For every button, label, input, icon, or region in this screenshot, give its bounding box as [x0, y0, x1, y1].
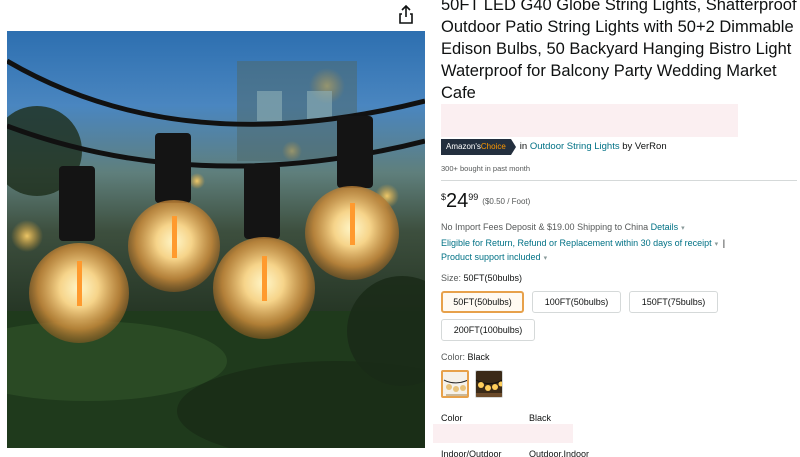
price-fraction: 99	[468, 192, 479, 202]
choice-category-text: in Outdoor String Lights by VerRon	[520, 141, 667, 152]
spec-key-color: Color	[441, 413, 463, 423]
badge-prefix: Amazon's	[446, 142, 481, 151]
choice-in: in	[519, 141, 530, 152]
redacted-bar	[433, 424, 573, 443]
shipping-text: No Import Fees Deposit & $19.00 Shipping…	[441, 222, 651, 232]
size-selected-value: 50FT(50bulbs)	[463, 273, 523, 283]
support-text[interactable]: Product support included	[441, 252, 541, 262]
price: $ 24 99 ($0.50 / Foot)	[441, 190, 530, 212]
returns-info[interactable]: Eligible for Return, Refund or Replaceme…	[441, 238, 725, 248]
string-lights-thumbnail-icon[interactable]	[441, 370, 469, 398]
chevron-down-icon[interactable]: ▾	[681, 225, 685, 232]
size-option-50ft[interactable]: 50FT(50bulbs)	[441, 291, 524, 313]
price-whole: 24	[446, 190, 469, 212]
choice-by: by VerRon	[619, 141, 667, 152]
size-option-100ft[interactable]: 100FT(50bulbs)	[532, 291, 621, 313]
warm-lights-thumbnail-icon[interactable]	[475, 370, 503, 398]
share-icon[interactable]	[396, 4, 416, 26]
spec-key-indoor-outdoor: Indoor/Outdoor	[441, 449, 502, 457]
size-option-150ft[interactable]: 150FT(75bulbs)	[629, 291, 718, 313]
product-title: 50FT LED G40 Globe String Lights, Shatte…	[441, 0, 797, 102]
spec-value-indoor-outdoor: Outdoor,Indoor	[529, 449, 590, 457]
chevron-down-icon[interactable]: ▾	[544, 255, 548, 262]
shipping-details-link[interactable]: Details	[651, 222, 679, 232]
color-label: Color: Black	[441, 352, 490, 362]
chevron-down-icon[interactable]: ▾	[715, 241, 719, 248]
bought-count: 300+ bought in past month	[441, 164, 531, 173]
amazons-choice-badge[interactable]: Amazon's Choice	[441, 138, 511, 155]
divider	[441, 180, 797, 181]
product-support[interactable]: Product support included ▾	[441, 252, 547, 262]
separator: |	[722, 238, 726, 248]
size-label-prefix: Size:	[441, 273, 464, 283]
color-label-prefix: Color:	[441, 352, 468, 362]
color-selected-value: Black	[467, 352, 490, 362]
choice-category-link[interactable]: Outdoor String Lights	[530, 141, 620, 152]
size-option-200ft[interactable]: 200FT(100bulbs)	[441, 319, 535, 341]
shipping-info: No Import Fees Deposit & $19.00 Shipping…	[441, 222, 685, 232]
size-label: Size: 50FT(50bulbs)	[441, 273, 522, 283]
redacted-bar	[441, 104, 738, 137]
spec-value-color: Black	[529, 413, 552, 423]
unit-price: ($0.50 / Foot)	[482, 197, 531, 206]
product-main-image[interactable]	[7, 31, 425, 448]
amazons-choice-row: Amazon's Choice in Outdoor String Lights…	[441, 138, 667, 155]
badge-accent: Choice	[480, 142, 506, 151]
returns-text[interactable]: Eligible for Return, Refund or Replaceme…	[441, 238, 712, 248]
badge-tail	[510, 138, 516, 155]
